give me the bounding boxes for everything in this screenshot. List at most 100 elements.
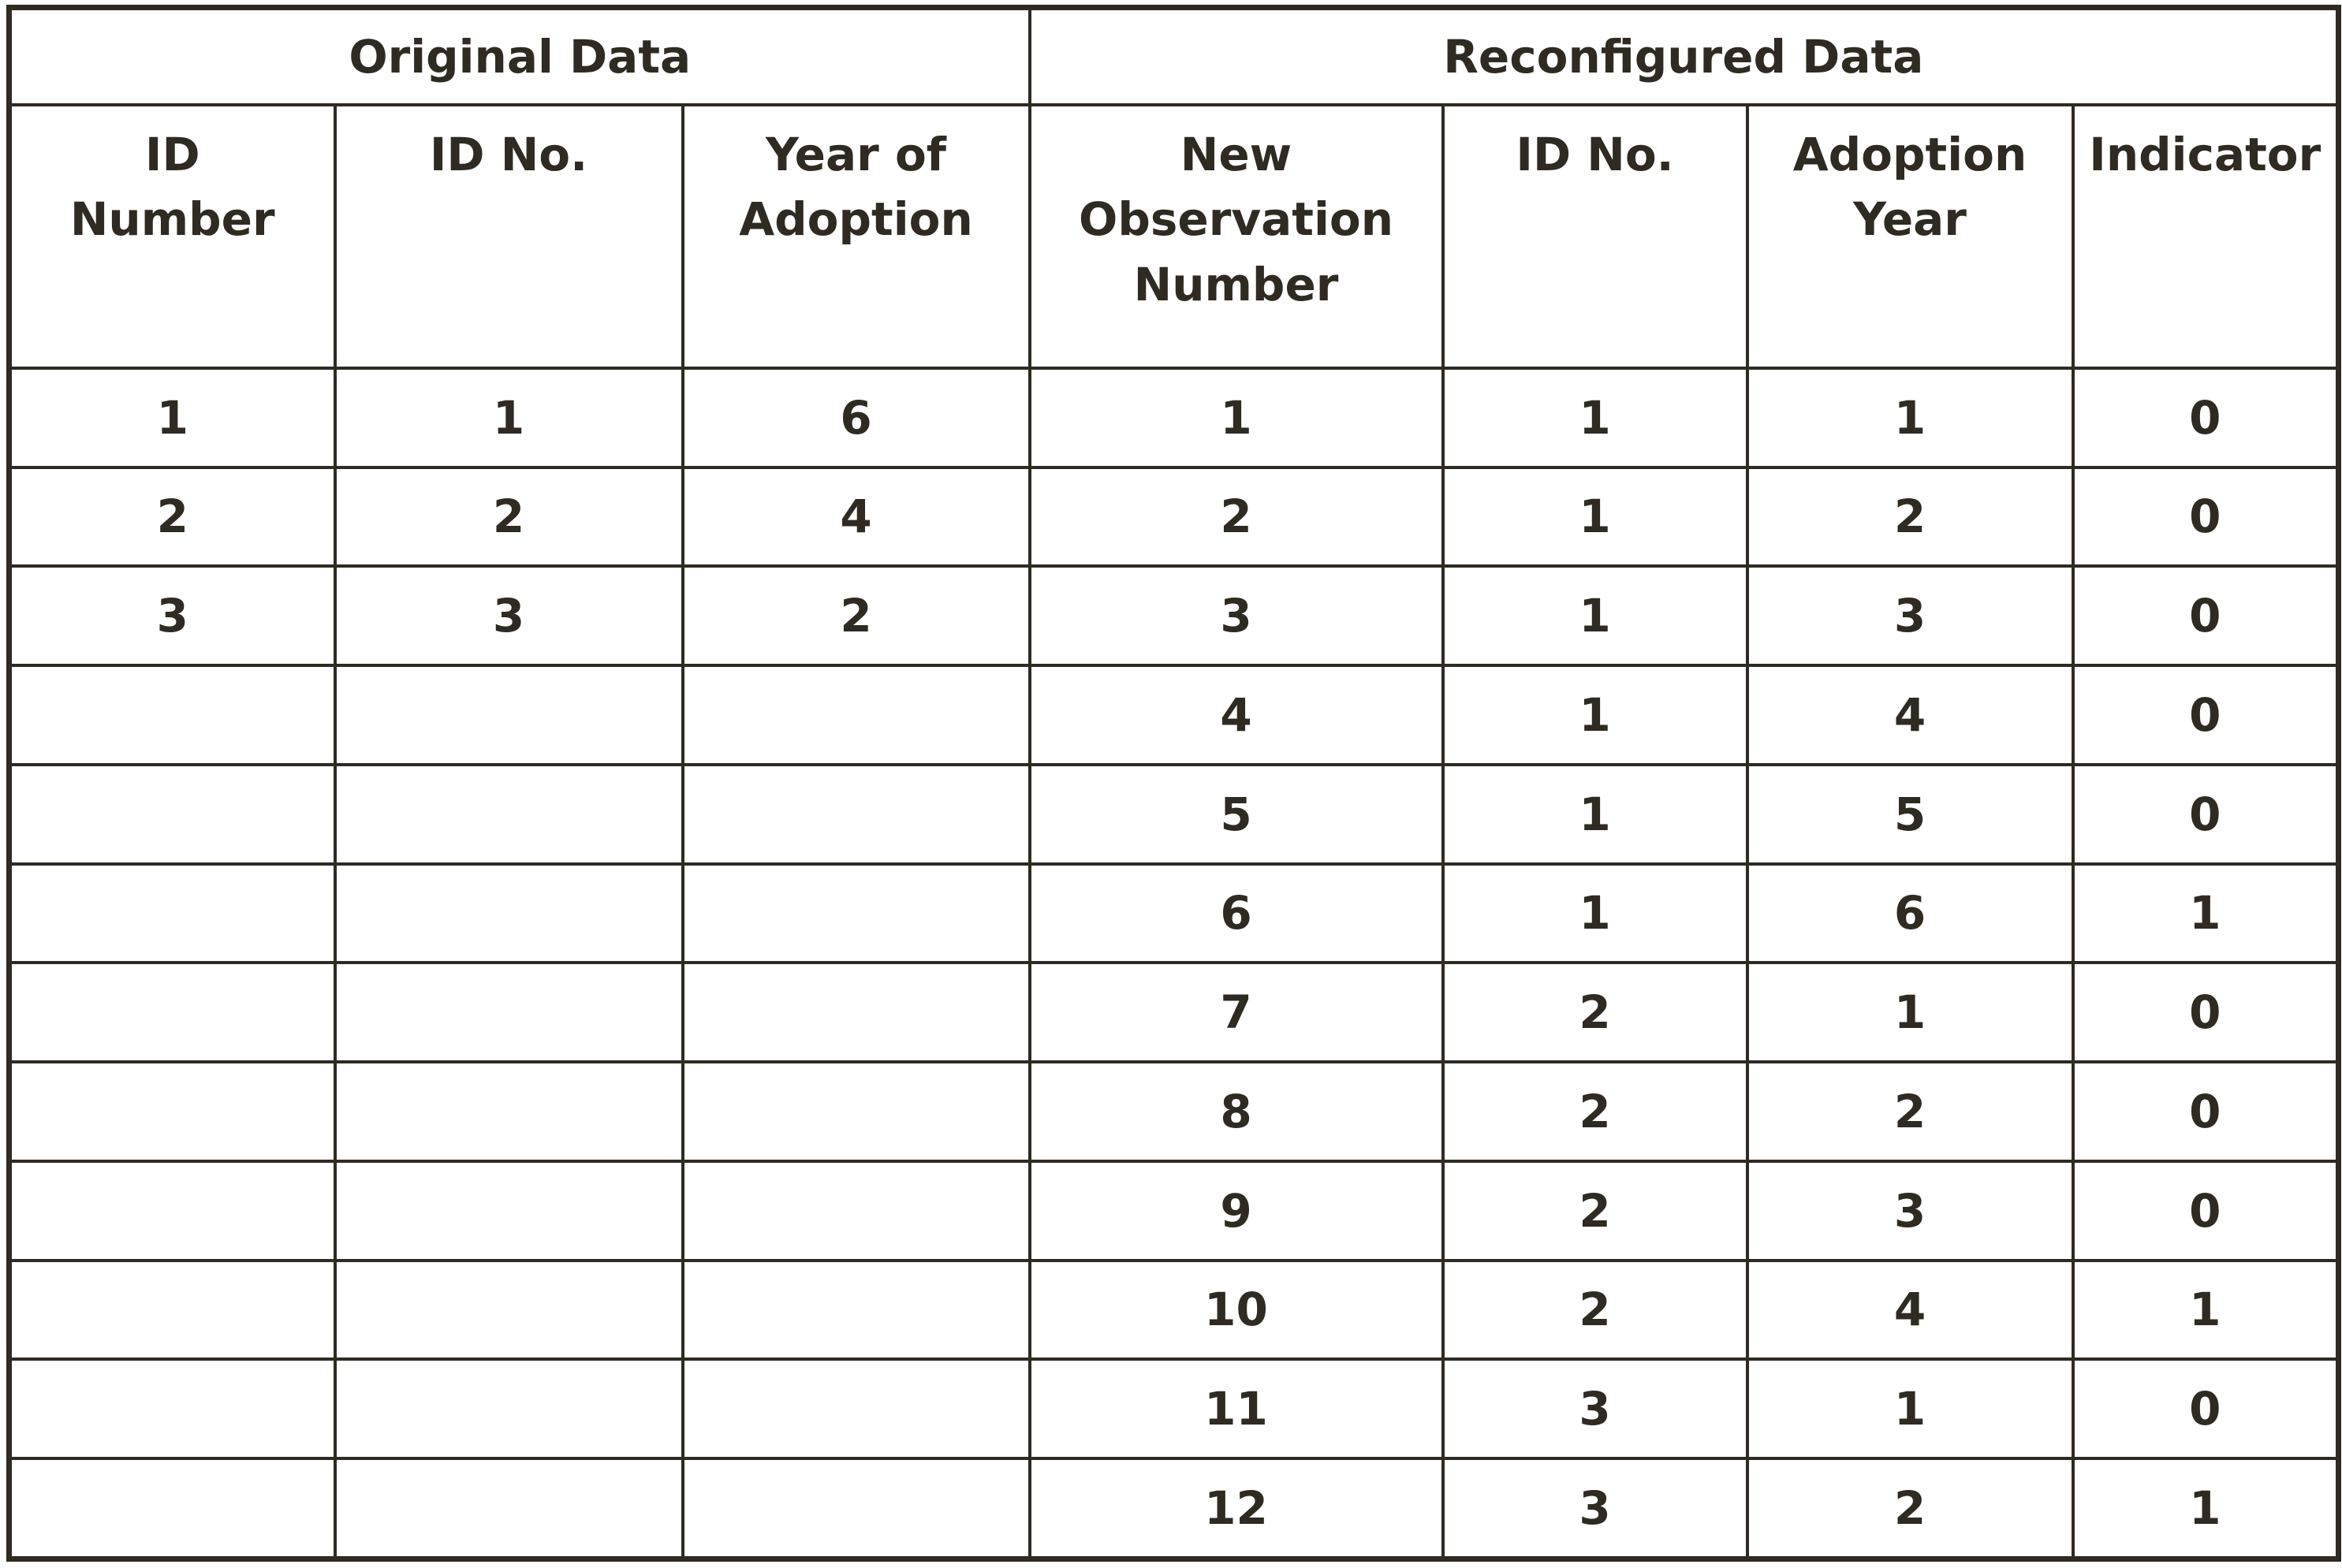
- cell-id-no-original: [333, 961, 684, 1064]
- cell-id-number: 2: [7, 465, 337, 568]
- cell-adoption-year: 1: [1745, 1358, 2075, 1461]
- cell-year-of-adoption: [681, 1457, 1031, 1561]
- cell-id-no-original: [333, 1159, 684, 1262]
- cell-indicator: 0: [2071, 1060, 2340, 1163]
- cell-id-no-reconfigured: 1: [1441, 564, 1749, 668]
- group-header-row: Original Data Reconfigured Data: [7, 6, 2340, 106]
- table-row: 4140: [7, 664, 2340, 766]
- cell-id-no-reconfigured: 1: [1441, 762, 1749, 866]
- group-header-original: Original Data: [7, 6, 1031, 106]
- cell-id-no-original: [333, 1358, 684, 1461]
- cell-id-no-reconfigured: 2: [1441, 1159, 1749, 1262]
- column-header-id-no-original: ID No.: [333, 103, 684, 370]
- cell-adoption-year: 4: [1745, 664, 2075, 766]
- cell-new-observation-number: 12: [1027, 1457, 1445, 1561]
- cell-id-no-reconfigured: 2: [1441, 961, 1749, 1064]
- cell-id-number: 3: [7, 564, 337, 668]
- cell-year-of-adoption: [681, 762, 1031, 866]
- cell-year-of-adoption: [681, 1060, 1031, 1163]
- cell-indicator: 0: [2071, 1159, 2340, 1262]
- cell-id-no-reconfigured: 3: [1441, 1457, 1749, 1561]
- cell-id-no-original: [333, 1258, 684, 1361]
- cell-year-of-adoption: 6: [681, 367, 1031, 469]
- table-body: 1161110224212033231304140515061617210822…: [7, 367, 2340, 1561]
- header-line: Number: [69, 192, 275, 247]
- cell-id-number: [7, 1060, 337, 1163]
- cell-id-number: [7, 762, 337, 866]
- column-header-adoption-year: Adoption Year: [1745, 103, 2075, 370]
- cell-indicator: 0: [2071, 762, 2340, 866]
- cell-id-no-reconfigured: 2: [1441, 1060, 1749, 1163]
- cell-id-no-reconfigured: 1: [1441, 465, 1749, 568]
- cell-id-number: [7, 1358, 337, 1461]
- cell-new-observation-number: 7: [1027, 961, 1445, 1064]
- cell-indicator: 1: [2071, 1258, 2340, 1361]
- cell-id-number: [7, 1457, 337, 1561]
- cell-new-observation-number: 4: [1027, 664, 1445, 766]
- cell-id-number: [7, 862, 337, 965]
- cell-year-of-adoption: [681, 961, 1031, 1064]
- header-line: Adoption: [739, 192, 973, 247]
- cell-adoption-year: 2: [1745, 465, 2075, 568]
- cell-year-of-adoption: [681, 1258, 1031, 1361]
- cell-id-no-original: [333, 862, 684, 965]
- cell-indicator: 0: [2071, 961, 2340, 1064]
- cell-id-no-reconfigured: 1: [1441, 664, 1749, 766]
- table-container: Original Data Reconfigured Data ID Numbe…: [6, 5, 2342, 1562]
- table-row: 12 3 2 1: [7, 1457, 2340, 1561]
- header-line: Number: [1133, 257, 1339, 311]
- cell-year-of-adoption: [681, 1159, 1031, 1262]
- cell-adoption-year: 3: [1745, 564, 2075, 668]
- header-line: ID: [144, 128, 200, 181]
- cell-id-no-original: [333, 762, 684, 866]
- cell-id-no-original: 2: [333, 465, 684, 568]
- cell-id-number: [7, 961, 337, 1064]
- cell-id-no-reconfigured: 2: [1441, 1258, 1749, 1361]
- cell-adoption-year: 2: [1745, 1457, 2075, 1561]
- table-row: 8220: [7, 1060, 2340, 1163]
- cell-new-observation-number: 2: [1027, 465, 1445, 568]
- column-header-year-of-adoption: Year of Adoption: [681, 103, 1031, 370]
- cell-adoption-year: 3: [1745, 1159, 2075, 1262]
- header-line: Year of: [766, 128, 947, 181]
- cell-adoption-year: 1: [1745, 961, 2075, 1064]
- cell-indicator: 1: [2071, 1457, 2340, 1561]
- group-header-reconfigured: Reconfigured Data: [1027, 6, 2340, 106]
- table-row: 9230: [7, 1159, 2340, 1262]
- cell-id-no-original: 1: [333, 367, 684, 469]
- header-line: Year: [1853, 192, 1967, 247]
- cell-year-of-adoption: 2: [681, 564, 1031, 668]
- header-line: Indicator: [2089, 128, 2321, 181]
- cell-indicator: 0: [2071, 1358, 2340, 1461]
- cell-id-number: [7, 1159, 337, 1262]
- column-header-new-observation-number: New Observation Number: [1027, 103, 1445, 370]
- cell-id-number: [7, 664, 337, 766]
- table-row: 5150: [7, 762, 2340, 866]
- cell-id-number: 1: [7, 367, 337, 469]
- cell-new-observation-number: 10: [1027, 1258, 1445, 1361]
- table-row: 1161110: [7, 367, 2340, 469]
- cell-id-no-original: [333, 1060, 684, 1163]
- cell-indicator: 0: [2071, 564, 2340, 668]
- table-row: 3323130: [7, 564, 2340, 668]
- cell-indicator: 0: [2071, 465, 2340, 568]
- header-line: ID No.: [1516, 128, 1674, 181]
- column-header-id-no-reconfigured: ID No.: [1441, 103, 1749, 370]
- cell-new-observation-number: 1: [1027, 367, 1445, 469]
- cell-new-observation-number: 11: [1027, 1358, 1445, 1461]
- cell-adoption-year: 1: [1745, 367, 2075, 469]
- cell-id-no-original: [333, 1457, 684, 1561]
- cell-new-observation-number: 8: [1027, 1060, 1445, 1163]
- cell-id-no-original: [333, 664, 684, 766]
- header-line: Observation: [1079, 192, 1394, 247]
- table-row: 7210: [7, 961, 2340, 1064]
- cell-year-of-adoption: [681, 862, 1031, 965]
- table-row: 10 2 4 1: [7, 1258, 2340, 1361]
- cell-new-observation-number: 3: [1027, 564, 1445, 668]
- column-header-row: ID Number ID No. Year of Adoption New Ob…: [7, 103, 2340, 370]
- header-line: Adoption: [1792, 128, 2027, 181]
- table-row: 2242120: [7, 465, 2340, 568]
- column-header-indicator: Indicator: [2071, 103, 2340, 370]
- cell-year-of-adoption: [681, 664, 1031, 766]
- cell-id-no-reconfigured: 3: [1441, 1358, 1749, 1461]
